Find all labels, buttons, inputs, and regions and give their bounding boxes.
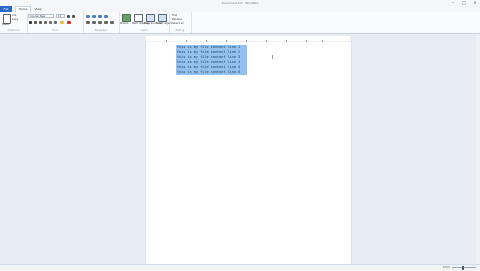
cut-button[interactable]: Cut bbox=[12, 14, 16, 17]
subscript-icon[interactable] bbox=[49, 21, 52, 24]
picture-label: Picture bbox=[120, 22, 129, 25]
picture-button[interactable]: Picture bbox=[120, 13, 131, 28]
strikethrough-icon[interactable] bbox=[44, 21, 47, 24]
insert-object-icon bbox=[158, 14, 167, 22]
insert-group-label: Insert bbox=[140, 29, 148, 32]
paste-button[interactable]: Paste bbox=[2, 13, 11, 27]
editing-group-label: Editing bbox=[175, 29, 185, 32]
paragraph-icon[interactable] bbox=[110, 21, 114, 24]
select-all-button[interactable]: Select all bbox=[172, 22, 183, 25]
justify-icon[interactable] bbox=[104, 21, 108, 24]
ribbon: Paste Cut Copy Clipboard Courier New 11 … bbox=[0, 12, 480, 34]
bullets-icon[interactable] bbox=[98, 15, 102, 18]
align-left-icon[interactable] bbox=[86, 21, 90, 24]
find-button[interactable]: Find bbox=[172, 14, 177, 17]
paint-drawing-button[interactable]: Paint drawing bbox=[132, 13, 149, 28]
line-spacing-icon[interactable] bbox=[104, 15, 108, 18]
zoom-slider-thumb[interactable] bbox=[462, 266, 464, 270]
font-family-select[interactable]: Courier New bbox=[28, 14, 54, 18]
decrease-indent-icon[interactable] bbox=[86, 15, 90, 18]
italic-icon[interactable] bbox=[34, 21, 37, 24]
copy-button[interactable]: Copy bbox=[12, 18, 18, 21]
bold-icon[interactable] bbox=[29, 21, 32, 24]
picture-icon bbox=[122, 14, 131, 22]
clipboard-group-label: Clipboard bbox=[7, 29, 20, 32]
highlight-icon[interactable] bbox=[60, 21, 64, 24]
paragraph-group-label: Paragraph bbox=[94, 29, 108, 32]
align-center-icon[interactable] bbox=[92, 21, 96, 24]
calendar-icon bbox=[146, 14, 155, 22]
vertical-scrollbar[interactable] bbox=[476, 34, 480, 264]
insert-group: Picture Paint drawing Date and time Inse… bbox=[119, 12, 172, 33]
shrink-font-icon[interactable] bbox=[72, 15, 75, 18]
document-page[interactable] bbox=[146, 42, 351, 264]
replace-button[interactable]: Replace bbox=[172, 18, 182, 21]
superscript-icon[interactable] bbox=[54, 21, 57, 24]
text-cursor-icon: I bbox=[272, 55, 274, 61]
zoom-slider[interactable] bbox=[452, 267, 476, 268]
underline-icon[interactable] bbox=[39, 21, 42, 24]
font-size-select[interactable]: 11 bbox=[56, 14, 65, 18]
date-time-button[interactable]: Date and time bbox=[144, 13, 162, 28]
grow-font-icon[interactable] bbox=[67, 15, 70, 18]
font-group-label: Font bbox=[52, 29, 58, 32]
increase-indent-icon[interactable] bbox=[92, 15, 96, 18]
font-group: Courier New 11 Font bbox=[27, 12, 84, 33]
paragraph-group: Paragraph bbox=[83, 12, 120, 33]
insert-object-button[interactable]: Insert object bbox=[156, 13, 172, 28]
document-line[interactable]: this is my file content line 6 bbox=[176, 70, 247, 75]
clipboard-group: Paste Cut Copy Clipboard bbox=[0, 12, 28, 33]
paste-label: Paste bbox=[2, 23, 9, 26]
text-color-icon[interactable] bbox=[67, 21, 71, 24]
align-right-icon[interactable] bbox=[98, 21, 102, 24]
editing-group: Find Replace Select all Editing bbox=[169, 12, 192, 33]
paint-drawing-icon bbox=[134, 14, 143, 22]
zoom-level: 100% bbox=[442, 266, 450, 269]
